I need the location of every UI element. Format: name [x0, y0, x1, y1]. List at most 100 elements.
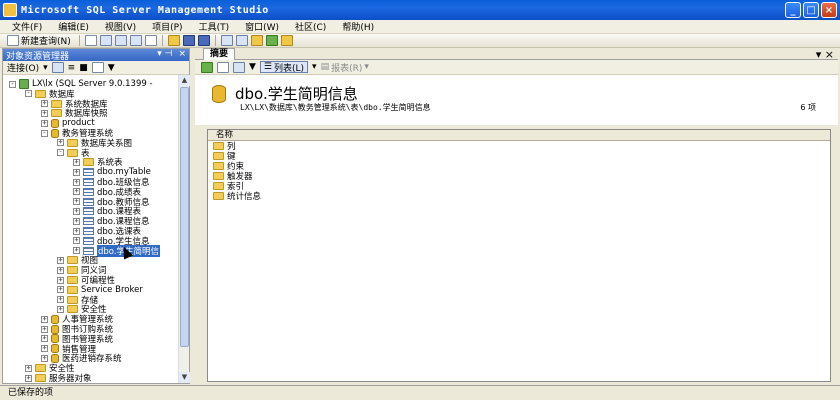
menu-item[interactable]: 编辑(E): [50, 20, 97, 33]
tree-item[interactable]: + 可编程性: [57, 275, 115, 286]
expand-icon[interactable]: +: [57, 276, 64, 284]
main-toolbar: 新建查询(N): [0, 34, 840, 48]
expand-icon[interactable]: +: [73, 207, 80, 215]
scrollbar-thumb[interactable]: [180, 87, 189, 347]
expand-icon[interactable]: +: [57, 139, 64, 147]
tree-item[interactable]: + 系统表: [73, 157, 123, 168]
menu-item[interactable]: 视图(V): [97, 20, 144, 33]
expand-icon[interactable]: +: [41, 325, 48, 333]
expand-icon[interactable]: +: [57, 256, 64, 264]
expand-icon[interactable]: +: [41, 119, 48, 127]
connect-dropdown-icon[interactable]: ▾: [43, 63, 48, 73]
expand-icon[interactable]: +: [73, 188, 80, 196]
expand-icon[interactable]: +: [41, 345, 48, 353]
expand-icon[interactable]: +: [73, 158, 80, 166]
list-item[interactable]: 键: [208, 151, 830, 162]
list-item[interactable]: 触发器: [208, 171, 830, 182]
summary-refresh-icon[interactable]: [233, 61, 245, 73]
expand-icon[interactable]: +: [25, 364, 32, 372]
xml-query-icon[interactable]: [144, 35, 157, 46]
scroll-up-icon[interactable]: ▲: [179, 75, 190, 86]
analysis-query-icon[interactable]: [114, 35, 127, 46]
tree-item[interactable]: + 数据库快照: [41, 108, 108, 119]
connect-button[interactable]: 连接(O): [7, 61, 39, 74]
collapse-icon[interactable]: -: [41, 129, 48, 137]
column-header-name[interactable]: 名称: [208, 130, 830, 141]
minimize-button[interactable]: _: [785, 2, 801, 18]
connect-icon[interactable]: [51, 62, 64, 73]
menu-item[interactable]: 窗口(W): [237, 20, 287, 33]
database-icon: [51, 334, 59, 344]
folder-icon: [83, 158, 94, 167]
menu-item[interactable]: 项目(P): [144, 20, 190, 33]
solution-explorer-icon[interactable]: [280, 35, 293, 46]
tree-item[interactable]: + 服务器对象: [25, 373, 92, 383]
report-button[interactable]: ▤ 报表(R) ▾: [321, 61, 369, 74]
report-label: 报表(R): [331, 63, 363, 74]
panel-close-icon[interactable]: ×: [178, 49, 186, 59]
tree-scrollbar[interactable]: ▲ ▼: [178, 75, 190, 383]
tree-item[interactable]: + 数据库关系图: [57, 138, 132, 149]
expand-icon[interactable]: +: [73, 247, 80, 255]
expand-icon[interactable]: +: [57, 286, 64, 294]
menu-item[interactable]: 社区(C): [287, 20, 334, 33]
expand-icon[interactable]: +: [57, 305, 64, 313]
collapse-icon[interactable]: -: [25, 90, 32, 98]
expand-icon[interactable]: +: [73, 168, 80, 176]
menu-item[interactable]: 文件(F): [4, 20, 50, 33]
collapse-icon[interactable]: -: [57, 149, 64, 157]
template-explorer-icon[interactable]: [250, 35, 263, 46]
scroll-down-icon[interactable]: ▼: [179, 372, 190, 383]
summary-filter-icon[interactable]: ▼: [249, 62, 256, 72]
maximize-button[interactable]: □: [803, 2, 819, 18]
expand-icon[interactable]: +: [25, 374, 32, 382]
disconnect-icon[interactable]: ≡: [68, 63, 76, 73]
tree-item[interactable]: + Service Broker: [57, 285, 143, 295]
list-item[interactable]: 索引: [208, 181, 830, 192]
sync-icon[interactable]: [217, 61, 229, 73]
registered-servers-icon[interactable]: [220, 35, 233, 46]
menu-item[interactable]: 工具(T): [191, 20, 238, 33]
new-file-icon[interactable]: [84, 35, 97, 46]
list-view-button[interactable]: ☰ 列表(L): [259, 61, 309, 74]
expand-icon[interactable]: +: [73, 178, 80, 186]
up-level-icon[interactable]: [201, 61, 213, 73]
expand-icon[interactable]: +: [41, 100, 48, 108]
new-query-button[interactable]: 新建查询(N): [4, 34, 74, 47]
close-button[interactable]: ×: [821, 2, 837, 18]
pin-icon[interactable]: ▾ ⊣: [157, 49, 172, 59]
summary-item-count: 6 项: [800, 103, 816, 112]
folder-icon: [67, 305, 78, 314]
database-engine-query-icon[interactable]: [99, 35, 112, 46]
expand-icon[interactable]: +: [57, 296, 64, 304]
open-file-icon[interactable]: [167, 35, 180, 46]
properties-icon[interactable]: [265, 35, 278, 46]
filter-icon[interactable]: ▼: [108, 63, 115, 73]
menu-item[interactable]: 帮助(H): [334, 20, 382, 33]
folder-icon: [213, 142, 224, 150]
folder-icon: [51, 109, 62, 118]
stop-icon[interactable]: ■: [79, 63, 88, 73]
save-icon[interactable]: [182, 35, 195, 46]
tab-summary[interactable]: 摘要: [203, 48, 236, 60]
refresh-icon[interactable]: [91, 62, 104, 73]
list-dropdown-icon[interactable]: ▾: [312, 62, 317, 72]
expand-icon[interactable]: +: [73, 227, 80, 235]
list-item[interactable]: 约束: [208, 161, 830, 172]
expand-icon[interactable]: +: [73, 237, 80, 245]
expand-icon[interactable]: +: [41, 354, 48, 362]
expand-icon[interactable]: +: [57, 266, 64, 274]
expand-icon[interactable]: +: [41, 315, 48, 323]
expand-icon[interactable]: +: [73, 198, 80, 206]
list-item[interactable]: 统计信息: [208, 191, 830, 202]
collapse-icon[interactable]: -: [9, 80, 16, 88]
tree-item[interactable]: -表: [57, 148, 90, 159]
expand-icon[interactable]: +: [41, 335, 48, 343]
save-all-icon[interactable]: [197, 35, 210, 46]
list-item[interactable]: 列: [208, 141, 830, 152]
tree-item[interactable]: - LX\lx (SQL Server 9.0.1399 -: [9, 79, 153, 89]
expand-icon[interactable]: +: [41, 109, 48, 117]
expand-icon[interactable]: +: [73, 217, 80, 225]
mdx-query-icon[interactable]: [129, 35, 142, 46]
object-explorer-icon[interactable]: [235, 35, 248, 46]
